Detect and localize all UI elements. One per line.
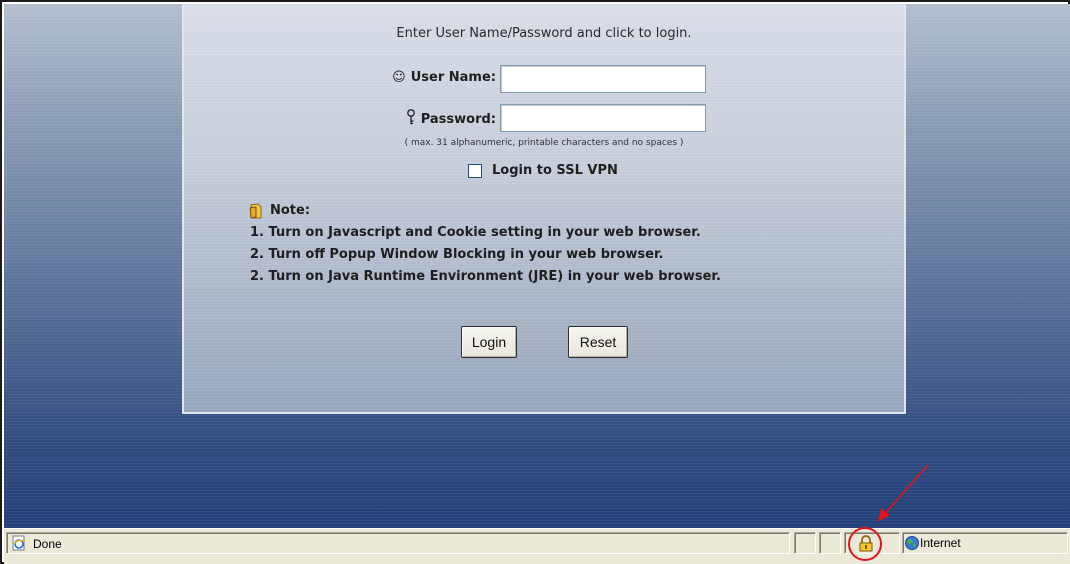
status-cell	[794, 532, 816, 554]
annotation-arrow	[878, 464, 929, 522]
note-line: 1. Turn on Javascript and Cookie setting…	[250, 225, 701, 240]
key-icon	[406, 109, 416, 127]
zone-text: Internet	[920, 536, 961, 550]
ssl-vpn-label[interactable]: Login to SSL VPN	[492, 163, 618, 178]
ssl-vpn-checkbox[interactable]	[468, 164, 482, 178]
browser-status-bar: Done Internet	[4, 528, 1070, 564]
page-viewport: Enter User Name/Password and click to lo…	[4, 4, 1070, 528]
login-instructions: Enter User Name/Password and click to lo…	[396, 26, 692, 41]
status-text: Done	[33, 537, 62, 551]
note-title: Note:	[270, 203, 311, 218]
reset-button[interactable]: Reset	[568, 326, 628, 358]
browser-window: Enter User Name/Password and click to lo…	[0, 0, 1070, 564]
annotation-circle	[848, 527, 882, 561]
password-label-row: Password:	[318, 109, 496, 127]
username-input[interactable]	[500, 65, 706, 93]
globe-icon	[905, 536, 919, 550]
status-pane: Done	[6, 532, 790, 554]
ie-page-icon	[12, 535, 26, 551]
smiley-icon: ☺	[392, 70, 406, 85]
login-panel: Enter User Name/Password and click to lo…	[182, 4, 906, 414]
password-label: Password:	[420, 112, 496, 127]
note-line: 2. Turn on Java Runtime Environment (JRE…	[250, 269, 721, 284]
username-label-row: ☺ User Name:	[318, 70, 496, 85]
note-icon	[249, 203, 262, 219]
password-input[interactable]	[500, 104, 706, 132]
note-line: 2. Turn off Popup Window Blocking in you…	[250, 247, 664, 262]
password-hint: ( max. 31 alphanumeric, printable charac…	[404, 138, 684, 148]
username-label: User Name:	[410, 70, 496, 85]
login-button[interactable]: Login	[461, 326, 517, 358]
status-cell	[819, 532, 841, 554]
